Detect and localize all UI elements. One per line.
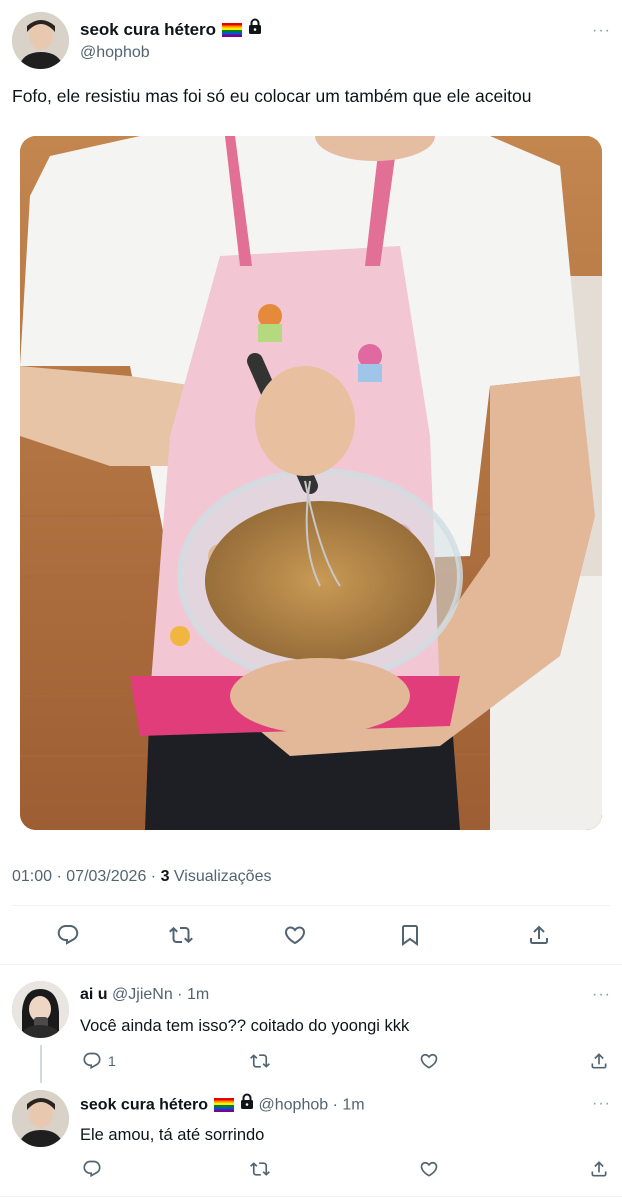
retweet-icon[interactable] (248, 1158, 272, 1180)
divider (12, 905, 610, 906)
reply-header: seok cura hétero @hophob · 1m (80, 1093, 365, 1116)
rainbow-flag-icon (222, 22, 243, 37)
reply-text: Você ainda tem isso?? coitado do yoongi … (80, 1017, 410, 1035)
meta-separator: · (172, 986, 187, 1003)
tweet-text: Fofo, ele resistiu mas foi só eu colocar… (12, 86, 532, 106)
author-name[interactable]: seok cura hétero (80, 20, 216, 39)
reply-avatar[interactable] (12, 981, 69, 1038)
reply-count: 1 (108, 1053, 116, 1069)
author-handle[interactable]: @hophob (80, 44, 150, 62)
tweet-photo[interactable] (20, 136, 602, 830)
meta-separator: · (52, 868, 67, 885)
reply-header: ai u @JjieNn · 1m (80, 986, 209, 1004)
heart-icon[interactable] (417, 1158, 441, 1180)
retweet-icon[interactable] (248, 1050, 272, 1072)
thread-line (40, 1045, 42, 1083)
meta-separator: · (328, 1096, 343, 1114)
tweet-meta: 01:00 · 07/03/2026 · 3 Visualizações (12, 868, 271, 886)
divider (0, 964, 622, 965)
reply-name[interactable]: ai u (80, 986, 108, 1003)
reply-handle[interactable]: @JjieNn (112, 986, 173, 1003)
rainbow-flag-icon (214, 1097, 235, 1112)
views-label: Visualizações (173, 868, 272, 885)
retweet-icon[interactable] (165, 921, 197, 949)
author-name-row: seok cura hétero (80, 18, 262, 41)
reply-time[interactable]: 1m (342, 1097, 364, 1114)
bookmark-icon[interactable] (394, 921, 426, 949)
reply-icon[interactable] (80, 1158, 104, 1180)
reply-text: Ele amou, tá até sorrindo (80, 1126, 265, 1144)
author-avatar[interactable] (12, 12, 69, 69)
heart-icon[interactable] (417, 1050, 441, 1072)
reply-handle[interactable]: @hophob (259, 1097, 329, 1114)
lock-icon (248, 18, 262, 39)
divider (0, 1196, 622, 1197)
tweet-date[interactable]: 07/03/2026 (66, 868, 146, 885)
photo-illustration (20, 136, 602, 830)
more-options-icon[interactable]: ··· (592, 22, 611, 40)
reply-icon[interactable] (80, 1050, 104, 1072)
heart-icon[interactable] (279, 921, 311, 949)
views-count: 3 (160, 868, 170, 885)
lock-icon (240, 1093, 254, 1114)
tweet-time[interactable]: 01:00 (12, 868, 52, 885)
more-options-icon[interactable]: ··· (592, 986, 611, 1004)
more-options-icon[interactable]: ··· (592, 1095, 611, 1113)
share-icon[interactable] (587, 1158, 611, 1180)
reply-time[interactable]: 1m (187, 986, 209, 1003)
meta-separator: · (146, 868, 161, 885)
reply-avatar[interactable] (12, 1090, 69, 1147)
reply-name[interactable]: seok cura hétero (80, 1097, 208, 1114)
reply-icon[interactable] (52, 921, 84, 949)
share-icon[interactable] (523, 921, 555, 949)
share-icon[interactable] (587, 1050, 611, 1072)
